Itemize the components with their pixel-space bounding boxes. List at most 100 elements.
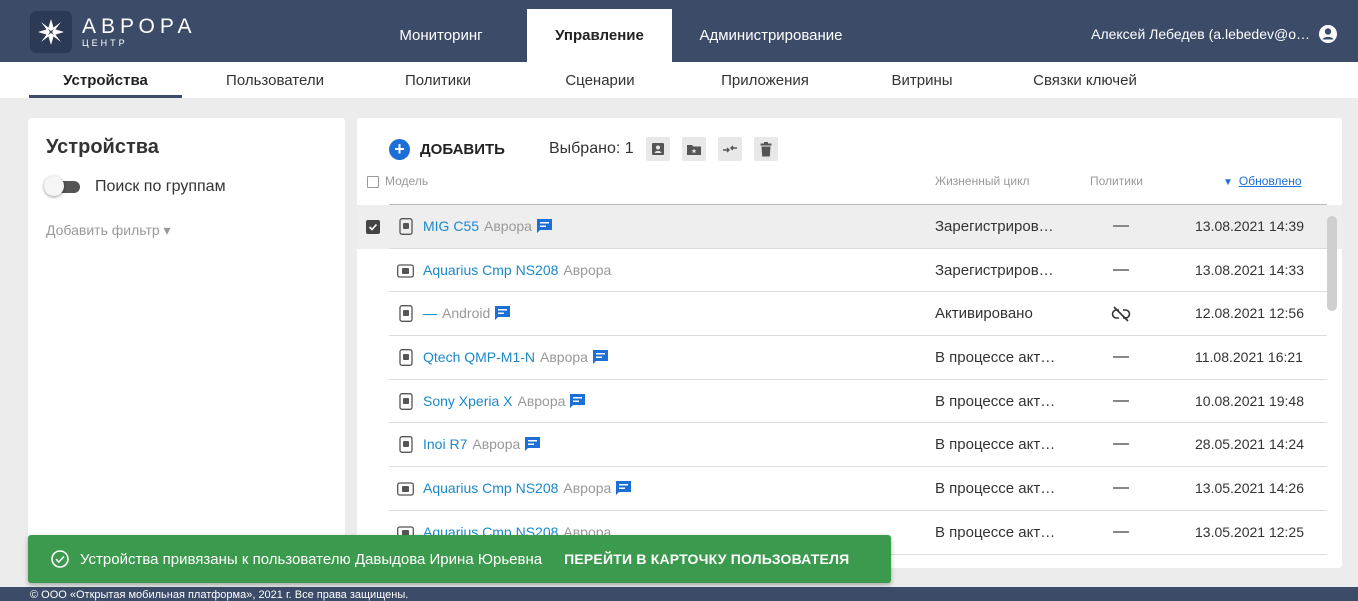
lifecycle-cell: В процессе акт… (935, 392, 1056, 410)
aurora-logo-icon (30, 11, 72, 53)
plus-icon: + (389, 138, 410, 160)
smartphone-icon (399, 392, 413, 410)
chat-icon[interactable] (615, 480, 632, 496)
column-updated-label: Обновлено (1238, 174, 1302, 188)
add-to-group-button[interactable] (681, 137, 706, 161)
policy-empty-dash (1113, 443, 1129, 446)
updated-cell: 10.08.2021 19:48 (1195, 392, 1304, 409)
device-model-link[interactable]: MIG C55 (423, 218, 479, 234)
column-updated[interactable]: ▼ Обновлено (1223, 174, 1302, 188)
table-toolbar: + ДОБАВИТЬ Выбрано: 1 (389, 134, 778, 164)
success-toast: Устройства привязаны к пользователю Давы… (28, 535, 891, 583)
main-nav: Мониторинг Управление Администрирование (355, 9, 870, 62)
chat-icon[interactable] (569, 393, 586, 409)
tab-administration[interactable]: Администрирование (672, 9, 870, 62)
top-bar: АВРОРА ЦЕНТР Мониторинг Управление Админ… (0, 0, 1358, 62)
select-all-checkbox[interactable] (367, 176, 379, 188)
table-row[interactable]: Sony Xperia X Аврора В процессе акт… 10.08.… (357, 380, 1342, 424)
policy-empty-dash (1113, 487, 1129, 490)
device-os: Аврора (563, 480, 612, 497)
device-model-cell: Inoi R7 Аврора (423, 436, 541, 452)
device-model-link[interactable]: Aquarius Cmp NS208 (423, 480, 558, 496)
updated-cell: 13.08.2021 14:39 (1195, 218, 1304, 234)
tab-monitoring[interactable]: Мониторинг (355, 9, 527, 62)
add-button[interactable]: + ДОБАВИТЬ (389, 138, 505, 160)
column-lifecycle[interactable]: Жизненный цикл (935, 174, 1029, 188)
device-model-link[interactable]: Aquarius Cmp NS208 (423, 262, 558, 278)
copyright-text: © ООО «Открытая мобильная платформа», 20… (30, 589, 409, 601)
subtab-scenarios[interactable]: Сценарии (545, 62, 655, 98)
go-to-user-card-button[interactable]: ПЕРЕЙТИ В КАРТОЧКУ ПОЛЬЗОВАТЕЛЯ (564, 551, 849, 567)
table-row[interactable]: Qtech QMP-M1-N Аврора В процессе акт… 11.08… (357, 336, 1342, 380)
add-filter-button[interactable]: Добавить фильтр ▾ (46, 222, 171, 239)
group-search-toggle[interactable] (44, 176, 82, 196)
device-os: Аврора (540, 349, 588, 366)
subtab-devices[interactable]: Устройства (29, 62, 182, 98)
subtab-applications[interactable]: Приложения (700, 62, 830, 98)
tablet-icon (397, 482, 414, 496)
lifecycle-cell: Зарегистриров… (935, 261, 1054, 279)
table-row[interactable]: Aquarius Cmp NS208 Аврора Зарегистриров… 13… (357, 249, 1342, 293)
subtab-showcases[interactable]: Витрины (872, 62, 972, 98)
check-circle-icon (51, 550, 69, 568)
logo[interactable]: АВРОРА ЦЕНТР (30, 10, 197, 54)
brand-sub: ЦЕНТР (82, 38, 128, 48)
device-model-link[interactable]: Inoi R7 (423, 436, 467, 452)
policy-empty-dash (1113, 268, 1129, 271)
trash-icon (760, 141, 772, 156)
chat-icon[interactable] (494, 305, 511, 321)
sub-nav: Устройства Пользователи Политики Сценари… (0, 62, 1358, 98)
toast-message: Устройства привязаны к пользователю Давы… (80, 550, 543, 568)
transfer-button[interactable] (717, 137, 742, 161)
device-model-cell: MIG C55 Аврора (423, 218, 553, 234)
smartphone-icon (399, 349, 413, 367)
subtab-users[interactable]: Пользователи (210, 62, 340, 98)
tablet-icon (397, 264, 414, 278)
device-model-link[interactable]: — (423, 305, 437, 321)
updated-cell: 13.05.2021 14:26 (1195, 480, 1304, 497)
device-model-link[interactable]: Qtech QMP-M1-N (423, 349, 535, 365)
smartphone-icon (399, 218, 413, 235)
user-name: Алексей Лебедев (a.lebedev@o… (1091, 26, 1310, 42)
table-row[interactable]: MIG C55 Аврора Зарегистриров… 13.08.2021 14… (357, 205, 1342, 249)
column-model[interactable]: Модель (385, 174, 428, 188)
table-row[interactable]: Inoi R7 Аврора В процессе акт… 28.05.2021 1… (357, 423, 1342, 468)
brand-name: АВРОРА (82, 15, 197, 38)
device-model-cell: Qtech QMP-M1-N Аврора (423, 349, 609, 365)
updated-cell: 12.08.2021 12:56 (1195, 305, 1304, 322)
user-menu[interactable]: Алексей Лебедев (a.lebedev@o… (1091, 24, 1338, 44)
updated-cell: 13.08.2021 14:33 (1195, 261, 1304, 278)
policy-empty-dash (1113, 225, 1129, 227)
tab-management[interactable]: Управление (527, 9, 672, 62)
devices-table-panel: + ДОБАВИТЬ Выбрано: 1 Модель Жизненный ц… (357, 118, 1342, 568)
smartphone-icon (399, 305, 413, 323)
updated-cell: 28.05.2021 14:24 (1195, 436, 1304, 453)
delete-button[interactable] (753, 137, 778, 161)
updated-cell: 13.05.2021 12:25 (1195, 523, 1304, 540)
table-scrollbar[interactable] (1327, 216, 1337, 311)
policy-empty-dash (1113, 399, 1129, 402)
lifecycle-cell: Зарегистриров… (935, 218, 1054, 235)
row-checkbox[interactable] (366, 220, 380, 234)
device-model-cell: Aquarius Cmp NS208 Аврора (423, 262, 611, 278)
subtab-keychains[interactable]: Связки ключей (1010, 62, 1160, 98)
add-button-label: ДОБАВИТЬ (420, 140, 505, 158)
table-header: Модель Жизненный цикл Политики ▼ Обновлен… (357, 174, 1342, 204)
device-model-cell: — Android (423, 305, 511, 321)
subtab-policies[interactable]: Политики (383, 62, 493, 98)
lifecycle-cell: В процессе акт… (935, 436, 1056, 454)
smartphone-icon (399, 436, 413, 454)
updated-cell: 11.08.2021 16:21 (1195, 349, 1303, 366)
lifecycle-cell: В процессе акт… (935, 480, 1056, 498)
chat-icon[interactable] (536, 218, 553, 234)
chat-icon[interactable] (592, 349, 609, 365)
group-search-label: Поиск по группам (95, 178, 226, 195)
chat-icon[interactable] (524, 436, 541, 452)
table-row[interactable]: — Android Активировано 12.08.2021 12:56 (357, 292, 1342, 337)
column-policies[interactable]: Политики (1090, 174, 1143, 188)
device-model-cell: Sony Xperia X Аврора (423, 393, 586, 409)
assign-user-button[interactable] (645, 137, 670, 161)
lifecycle-cell: В процессе акт… (935, 523, 1056, 541)
device-model-link[interactable]: Sony Xperia X (423, 393, 513, 409)
table-row[interactable]: Aquarius Cmp NS208 Аврора В процессе акт… 1… (357, 467, 1342, 511)
